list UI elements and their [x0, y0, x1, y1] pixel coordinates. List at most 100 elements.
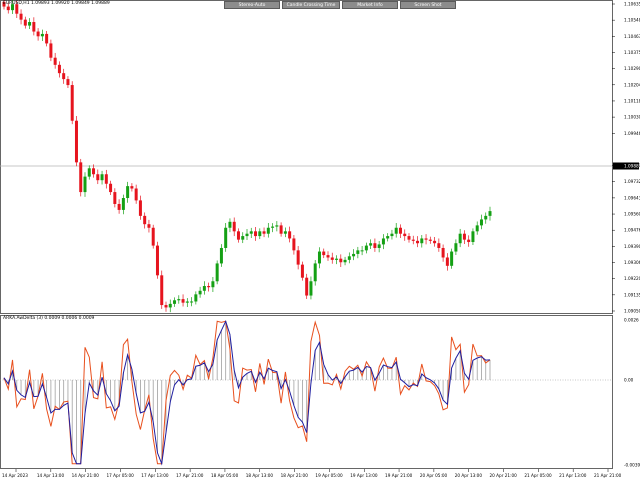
price-axis-label: 1.10548: [624, 18, 640, 23]
candle-body: [249, 231, 253, 234]
candle-body: [53, 57, 57, 65]
current-price-label: 1.09889: [624, 164, 640, 169]
candle-body: [369, 243, 373, 246]
price-axis-label: 1.10204: [624, 82, 640, 87]
candle-body: [479, 219, 483, 226]
main-pane-frame: [0, 0, 613, 314]
candle-body: [386, 236, 390, 239]
candle-body: [339, 258, 343, 263]
time-axis-label: 21 Apr 13:00: [559, 473, 587, 478]
candle-body: [113, 192, 117, 204]
candle-body: [381, 238, 385, 245]
candle-body: [104, 174, 108, 184]
candle-body: [356, 250, 360, 254]
candle-body: [40, 33, 44, 37]
candle-body: [23, 19, 27, 26]
candle-body: [181, 299, 185, 303]
candle-body: [83, 176, 87, 193]
time-axis-label: 14 Apr 13:00: [37, 473, 65, 478]
candle-body: [305, 277, 309, 296]
candle-body: [96, 174, 100, 181]
time-axis-label: 14 Apr 2023: [2, 473, 28, 478]
time-axis-label: 18 Apr 05:00: [211, 473, 239, 478]
candle-body: [313, 263, 317, 282]
candle-body: [377, 244, 381, 248]
candle-body: [232, 221, 236, 232]
candle-body: [458, 233, 462, 244]
candle-body: [202, 286, 206, 291]
price-axis-label: 1.10118: [624, 98, 640, 103]
candle-body: [471, 231, 475, 243]
candle-body: [428, 239, 432, 241]
time-axis-label: 19 Apr 05:00: [315, 473, 343, 478]
candle-body: [292, 238, 296, 251]
candle-body: [441, 247, 445, 258]
candle-body: [57, 64, 61, 74]
candle-body: [19, 13, 23, 20]
price-axis-label: 1.09050: [624, 309, 640, 314]
candle-body: [70, 85, 74, 121]
price-axis-label: 1.09946: [624, 131, 640, 136]
candle-body: [194, 294, 198, 302]
candle-body: [407, 236, 411, 240]
candle-body: [173, 300, 177, 304]
stereo-auto-button[interactable]: Stereo-Auto: [224, 1, 280, 9]
candle-body: [66, 79, 70, 86]
candle-body: [343, 259, 347, 263]
candle-body: [322, 251, 326, 256]
candle-body: [254, 231, 258, 237]
candle-body: [62, 73, 66, 80]
candle-body: [164, 305, 168, 308]
price-axis-label: 1.10463: [624, 34, 640, 39]
time-axis-label: 21 Apr 21:00: [594, 473, 622, 478]
candle-body: [100, 174, 104, 181]
candle-body: [262, 231, 266, 234]
candle-body: [185, 301, 189, 303]
candle-body: [433, 240, 437, 244]
candle-body: [326, 255, 330, 258]
candle-body: [488, 211, 492, 216]
time-axis-label: 20 Apr 13:00: [455, 473, 483, 478]
indicator-axis-label: 0.0026: [624, 318, 639, 323]
price-axis-label: 1.09390: [624, 244, 640, 249]
candle-body: [454, 243, 458, 252]
candle-body: [462, 233, 466, 240]
candle-body: [467, 239, 471, 243]
chart-canvas[interactable]: 1.106351.105481.104631.103751.102901.102…: [0, 0, 640, 480]
candle-body: [275, 225, 279, 227]
candle-body: [198, 290, 202, 295]
price-axis-label: 1.10290: [624, 66, 640, 71]
time-axis-label: 18 Apr 21:00: [281, 473, 309, 478]
candle-body: [283, 231, 287, 234]
candle-body: [134, 188, 138, 201]
candle-body: [143, 215, 147, 225]
oscillator-signal-line: [3, 319, 491, 466]
time-axis-label: 14 Apr 21:00: [72, 473, 100, 478]
screen-shot-button[interactable]: Screen Shot: [400, 1, 456, 9]
time-axis-label: 20 Apr 21:00: [490, 473, 518, 478]
price-axis-label: 1.09643: [624, 195, 640, 200]
candle-body: [224, 227, 228, 248]
chart-toolbar: Stereo-Auto Candle Crossing Time Market …: [0, 1, 640, 9]
price-axis-label: 1.09306: [624, 260, 640, 265]
candle-body: [87, 168, 91, 177]
time-axis-label: 17 Apr 13:00: [141, 473, 169, 478]
price-axis-label: 1.09135: [624, 292, 640, 297]
chart-window[interactable]: 1.10635 1.10548 1.10463 1.10375 1.10290 1.102…: [0, 0, 640, 480]
candle-body: [309, 281, 313, 296]
candle-crossing-time-button[interactable]: Candle Crossing Time: [282, 1, 340, 9]
candle-body: [360, 250, 364, 252]
candle-body: [258, 231, 262, 237]
time-axis-label: 20 Apr 05:00: [420, 473, 448, 478]
candle-body: [241, 236, 245, 240]
candle-body: [335, 258, 339, 260]
candle-body: [437, 243, 441, 248]
candle-body: [32, 22, 36, 32]
candle-body: [207, 286, 211, 288]
candle-body: [155, 245, 159, 276]
candle-body: [245, 233, 249, 237]
market-info-button[interactable]: Market Info: [342, 1, 398, 9]
candle-body: [160, 275, 164, 306]
candle-body: [117, 203, 121, 210]
candle-body: [92, 168, 96, 175]
